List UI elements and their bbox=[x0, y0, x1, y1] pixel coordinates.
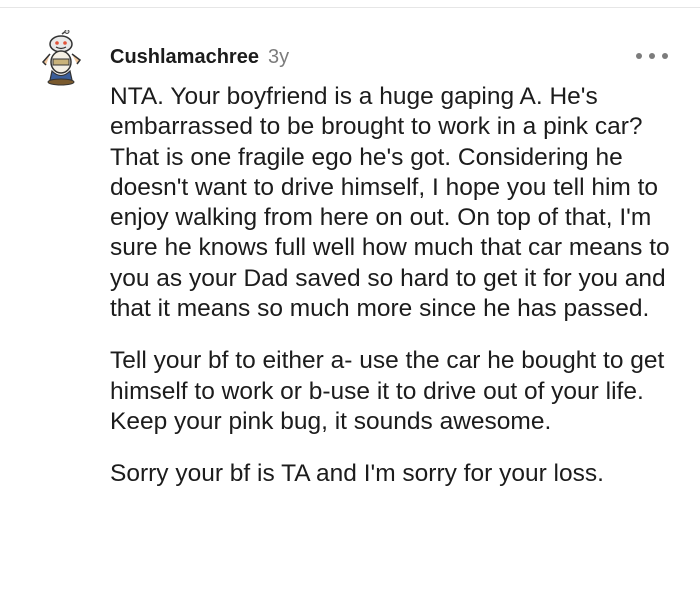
avatar[interactable] bbox=[38, 29, 84, 86]
more-options-icon bbox=[636, 53, 642, 59]
comment-card: Cushlamachree 3y NTA. Your boyfriend is … bbox=[0, 0, 700, 593]
comment-header: Cushlamachree 3y bbox=[110, 42, 289, 72]
comment-body: NTA. Your boyfriend is a huge gaping A. … bbox=[110, 82, 670, 512]
snoo-avatar-icon bbox=[41, 29, 82, 86]
username-link[interactable]: Cushlamachree bbox=[110, 46, 259, 69]
comment-paragraph: Tell your bf to either a- use the car he… bbox=[110, 347, 665, 435]
comment-age: 3y bbox=[267, 45, 290, 68]
more-options-button[interactable] bbox=[636, 46, 668, 66]
more-options-icon bbox=[649, 53, 655, 59]
more-options-icon bbox=[662, 53, 668, 59]
comment-paragraph: NTA. Your boyfriend is a huge gaping A. … bbox=[110, 83, 670, 323]
comment-paragraph: Sorry your bf is TA and I'm sorry for yo… bbox=[110, 460, 604, 488]
